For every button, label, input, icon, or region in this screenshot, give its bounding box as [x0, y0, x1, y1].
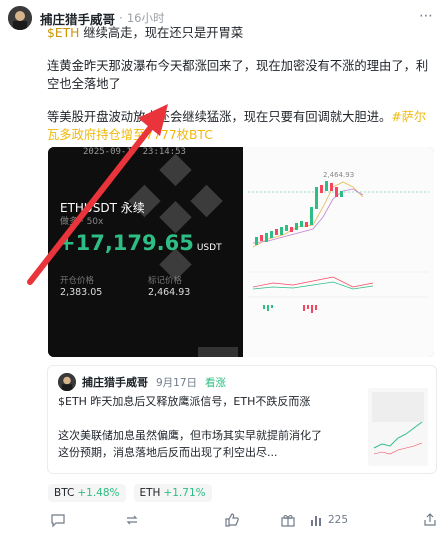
ticker-symbol: BTC	[54, 487, 75, 499]
mark-price-label: 标记价格	[148, 276, 183, 286]
quoted-post[interactable]: 捕庄猎手威哥 9月17日 看涨 $ETH 昨天加息后又释放鹰派信号，ETH不跌反…	[47, 365, 437, 474]
candlestick-chart: 2,464.93	[243, 147, 434, 357]
post-paragraph-3: 等美股开盘波动放大还会继续猛涨，现在只要有回调就大胆进。#萨尔瓦多政府持仓增至7…	[47, 108, 437, 144]
pnl-unit: USDT	[196, 243, 222, 253]
action-bar: 225	[48, 512, 438, 532]
svg-text:2,464.93: 2,464.93	[323, 171, 354, 179]
ticker-chip-eth[interactable]: ETH +1.71%	[133, 484, 212, 502]
ticker-chip-btc[interactable]: BTC +1.48%	[48, 484, 126, 502]
views-count: 225	[328, 514, 349, 526]
quoted-thumbnail	[368, 388, 428, 466]
ticker-chips: BTC +1.48% ETH +1.71%	[48, 484, 212, 502]
share-icon[interactable]	[422, 512, 438, 528]
gift-icon[interactable]	[280, 512, 296, 528]
post-card: 捕庄猎手威哥 · 16小时 ⋯ $ETH 继续高走，现在还只是开胃菜 连黄金昨天…	[0, 0, 444, 538]
ticker-change: +1.71%	[163, 487, 206, 499]
thumbs-up-icon[interactable]	[224, 512, 240, 528]
ticker-change: +1.48%	[77, 487, 120, 499]
quoted-date: 9月17日	[156, 376, 198, 389]
author-avatar[interactable]	[8, 6, 32, 30]
post-paragraph-3-text: 等美股开盘波动放大还会继续猛涨，现在只要有回调就大胆进。	[47, 110, 392, 124]
quoted-author-name[interactable]: 捕庄猎手威哥	[82, 374, 148, 390]
position-label: 做多 · 50x	[60, 217, 104, 227]
entry-price-value: 2,383.05	[60, 287, 103, 298]
post-line-1-text: 继续高走，现在还只是开胃菜	[79, 26, 244, 40]
date-stamp: 2025-09-17 23:14:53	[83, 147, 186, 157]
entry-price-label: 开仓价格	[60, 276, 95, 286]
post-line-1: $ETH 继续高走，现在还只是开胃菜	[47, 24, 437, 42]
post-paragraph-2: 连黄金昨天那波瀑布今天都涨回来了，现在加密没有不涨的理由了，利空也全落地了	[47, 59, 429, 91]
quoted-text-2: 这次美联储加息虽然偏鹰，但市场其实早就提前消化了这份预期，消息落地后反而出现了利…	[58, 429, 322, 459]
pnl-amount: +17,179.65	[58, 231, 194, 255]
mark-price-value: 2,464.93	[148, 287, 191, 298]
separator-dot: ·	[119, 11, 123, 25]
cashtag-eth[interactable]: $ETH	[47, 26, 79, 40]
pnl-card: 2025-09-17 23:14:53 ETHUSDT 永续 做多 · 50x …	[48, 147, 243, 357]
quoted-post-header: 捕庄猎手威哥 9月17日 看涨	[58, 373, 226, 391]
quoted-author-avatar[interactable]	[58, 373, 76, 391]
chart-graphic: 2,464.93	[243, 147, 434, 357]
more-options-icon[interactable]: ⋯	[419, 8, 434, 24]
quoted-text-1: $ETH 昨天加息后又释放鹰派信号，ETH不跌反而涨	[58, 395, 311, 408]
comment-icon[interactable]	[50, 512, 66, 528]
pnl-value: +17,179.65 USDT	[58, 231, 222, 255]
bullish-badge: 看涨	[205, 376, 227, 389]
post-image[interactable]: 2025-09-17 23:14:53 ETHUSDT 永续 做多 · 50x …	[48, 147, 434, 357]
blurred-area	[198, 347, 238, 357]
ticker-symbol: ETH	[139, 487, 161, 499]
views-counter: 225	[308, 512, 348, 528]
repost-icon[interactable]	[124, 512, 140, 528]
bar-chart-icon	[311, 516, 321, 526]
